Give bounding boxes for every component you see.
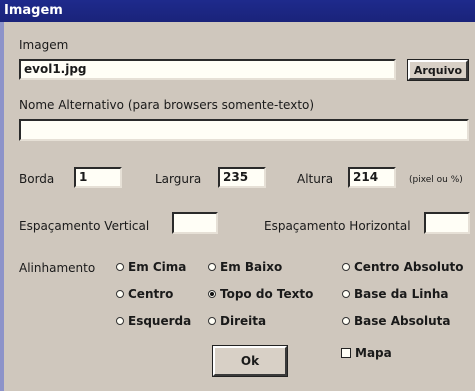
radio-icon: [208, 317, 216, 325]
radio-label: Centro Absoluto: [354, 260, 464, 274]
vertical-spacing-label: Espaçamento Vertical: [19, 219, 150, 233]
radio-icon: [116, 263, 124, 271]
alt-text-field[interactable]: [19, 119, 469, 141]
units-note: (pixel ou %): [409, 175, 463, 185]
radio-icon: [116, 317, 124, 325]
ok-button[interactable]: Ok: [212, 345, 288, 377]
border-label: Borda: [19, 172, 55, 186]
radio-label: Esquerda: [128, 314, 192, 328]
horizontal-spacing-label: Espaçamento Horizontal: [264, 219, 411, 233]
width-field[interactable]: 235: [218, 167, 266, 188]
align-bottom-radio[interactable]: Em Baixo: [208, 260, 282, 274]
radio-label: Centro: [128, 287, 174, 301]
align-right-radio[interactable]: Direita: [208, 314, 266, 328]
title-bar: Imagem: [0, 0, 475, 22]
radio-icon: [116, 290, 124, 298]
radio-label: Em Cima: [128, 260, 187, 274]
browse-file-button[interactable]: Arquivo: [407, 59, 469, 81]
align-top-radio[interactable]: Em Cima: [116, 260, 186, 274]
radio-icon: [342, 290, 350, 298]
radio-icon: [342, 263, 350, 271]
checkbox-icon: [341, 348, 351, 358]
align-center-radio[interactable]: Centro: [116, 287, 173, 301]
radio-label: Direita: [220, 314, 267, 328]
image-dialog: Imagem evol1.jpg Arquivo Nome Alternativ…: [4, 22, 475, 391]
align-absbottom-radio[interactable]: Base Absoluta: [342, 314, 450, 328]
align-left-radio[interactable]: Esquerda: [116, 314, 191, 328]
radio-label: Base da Linha: [354, 287, 449, 301]
radio-label: Em Baixo: [220, 260, 283, 274]
radio-icon: [208, 263, 216, 271]
radio-label: Base Absoluta: [354, 314, 451, 328]
align-texttop-radio[interactable]: Topo do Texto: [208, 287, 313, 301]
border-field[interactable]: 1: [74, 167, 122, 188]
image-label: Imagem: [19, 38, 69, 52]
image-file-field[interactable]: evol1.jpg: [19, 59, 396, 80]
height-field[interactable]: 214: [348, 167, 396, 188]
map-checkbox[interactable]: Mapa: [341, 346, 392, 360]
radio-icon: [342, 317, 350, 325]
vertical-spacing-field[interactable]: [172, 212, 218, 234]
align-baseline-radio[interactable]: Base da Linha: [342, 287, 449, 301]
width-label: Largura: [155, 172, 202, 186]
alignment-label: Alinhamento: [19, 261, 96, 275]
height-label: Altura: [297, 172, 334, 186]
map-checkbox-label: Mapa: [355, 346, 392, 360]
radio-selected-icon: [208, 290, 216, 298]
align-absmiddle-radio[interactable]: Centro Absoluto: [342, 260, 463, 274]
horizontal-spacing-field[interactable]: [424, 212, 470, 234]
radio-label: Topo do Texto: [220, 287, 314, 301]
window-title: Imagem: [4, 3, 63, 18]
alt-text-label: Nome Alternativo (para browsers somente-…: [19, 98, 315, 112]
